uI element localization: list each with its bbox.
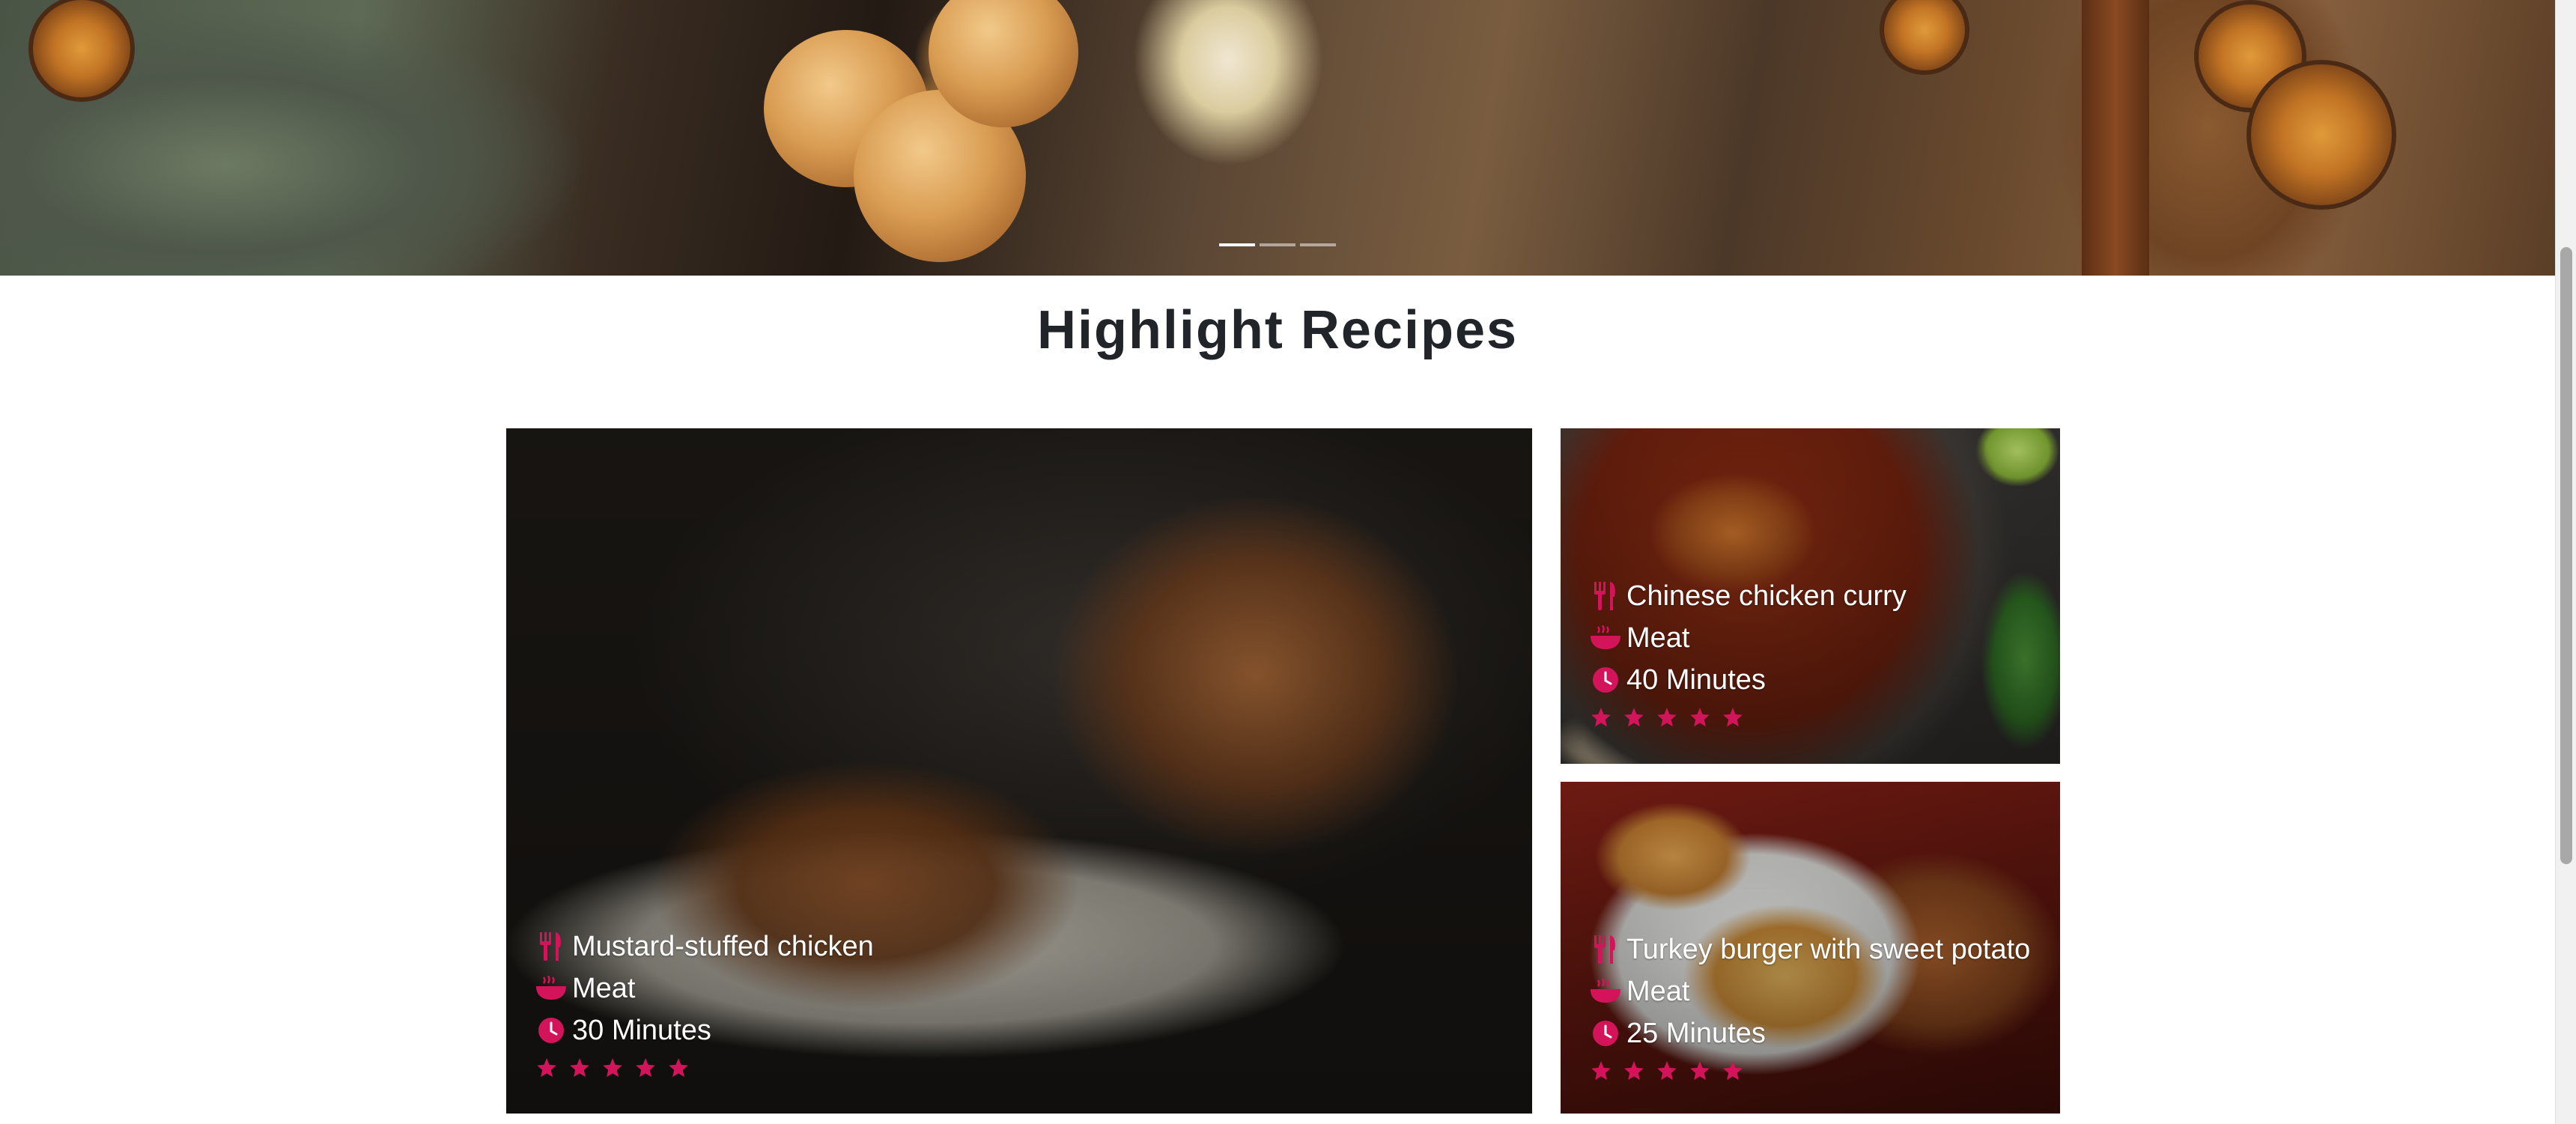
star-icon [1723, 708, 1743, 727]
dried-orange-slice-image [1880, 0, 1969, 75]
recipe-card-mustard-stuffed-chicken[interactable]: Mustard-stuffed chicken Meat 30 Minutes [506, 428, 1532, 1114]
star-icon [1624, 1061, 1644, 1081]
carousel-indicator-1[interactable] [1219, 243, 1255, 246]
star-icon [1657, 708, 1677, 727]
recipe-category: Meat [1626, 975, 1690, 1007]
rating-stars [536, 1057, 874, 1078]
recipe-category: Meat [1626, 622, 1690, 654]
rating-stars [1591, 1060, 2030, 1081]
recipe-card-chinese-chicken-curry[interactable]: Chinese chicken curry Meat 40 Minutes [1561, 428, 2060, 764]
recipe-name: Mustard-stuffed chicken [572, 930, 874, 962]
star-icon [1723, 1061, 1743, 1081]
cinnamon-stick-image [2082, 0, 2149, 276]
rating-stars [1591, 707, 1907, 728]
star-icon [1657, 1061, 1677, 1081]
recipe-time: 30 Minutes [572, 1014, 711, 1046]
star-icon [1591, 708, 1611, 727]
star-icon [603, 1058, 622, 1078]
recipe-info: Turkey burger with sweet potato Meat 25 … [1591, 929, 2030, 1081]
recipe-category: Meat [572, 972, 636, 1004]
recipe-name: Chinese chicken curry [1626, 580, 1907, 612]
star-icon [636, 1058, 655, 1078]
star-icon [669, 1058, 688, 1078]
hero-carousel[interactable] [0, 0, 2555, 276]
star-icon [537, 1058, 556, 1078]
recipe-info: Chinese chicken curry Meat 40 Minutes [1591, 575, 1907, 728]
bowl-icon [536, 973, 566, 1003]
recipe-time: 25 Minutes [1626, 1017, 1766, 1049]
star-icon [1624, 708, 1644, 727]
utensils-icon [1591, 581, 1620, 611]
star-icon [570, 1058, 589, 1078]
clock-icon [1591, 665, 1620, 695]
scrollbar-thumb[interactable] [2560, 247, 2572, 864]
carousel-indicator-3[interactable] [1300, 243, 1336, 246]
utensils-icon [536, 932, 566, 962]
bowl-icon [1591, 623, 1620, 653]
star-icon [1690, 708, 1710, 727]
clock-icon [536, 1015, 566, 1045]
carousel-indicator-2[interactable] [1260, 243, 1295, 246]
section-title: Highlight Recipes [1036, 300, 1519, 360]
utensils-icon [1591, 935, 1620, 964]
recipe-info: Mustard-stuffed chicken Meat 30 Minutes [536, 926, 874, 1078]
recipe-name: Turkey burger with sweet potato [1626, 933, 2031, 965]
dried-orange-slice-image [28, 0, 135, 102]
star-icon [1690, 1061, 1710, 1081]
bowl-icon [1591, 976, 1620, 1006]
carousel-indicators [0, 241, 2555, 249]
page-scrollbar[interactable] [2555, 0, 2576, 1124]
star-icon [1591, 1061, 1611, 1081]
recipe-card-turkey-burger[interactable]: Turkey burger with sweet potato Meat 25 … [1561, 782, 2060, 1114]
recipe-time: 40 Minutes [1626, 663, 1766, 696]
clock-icon [1591, 1018, 1620, 1048]
dried-orange-slice-image [2247, 60, 2396, 210]
